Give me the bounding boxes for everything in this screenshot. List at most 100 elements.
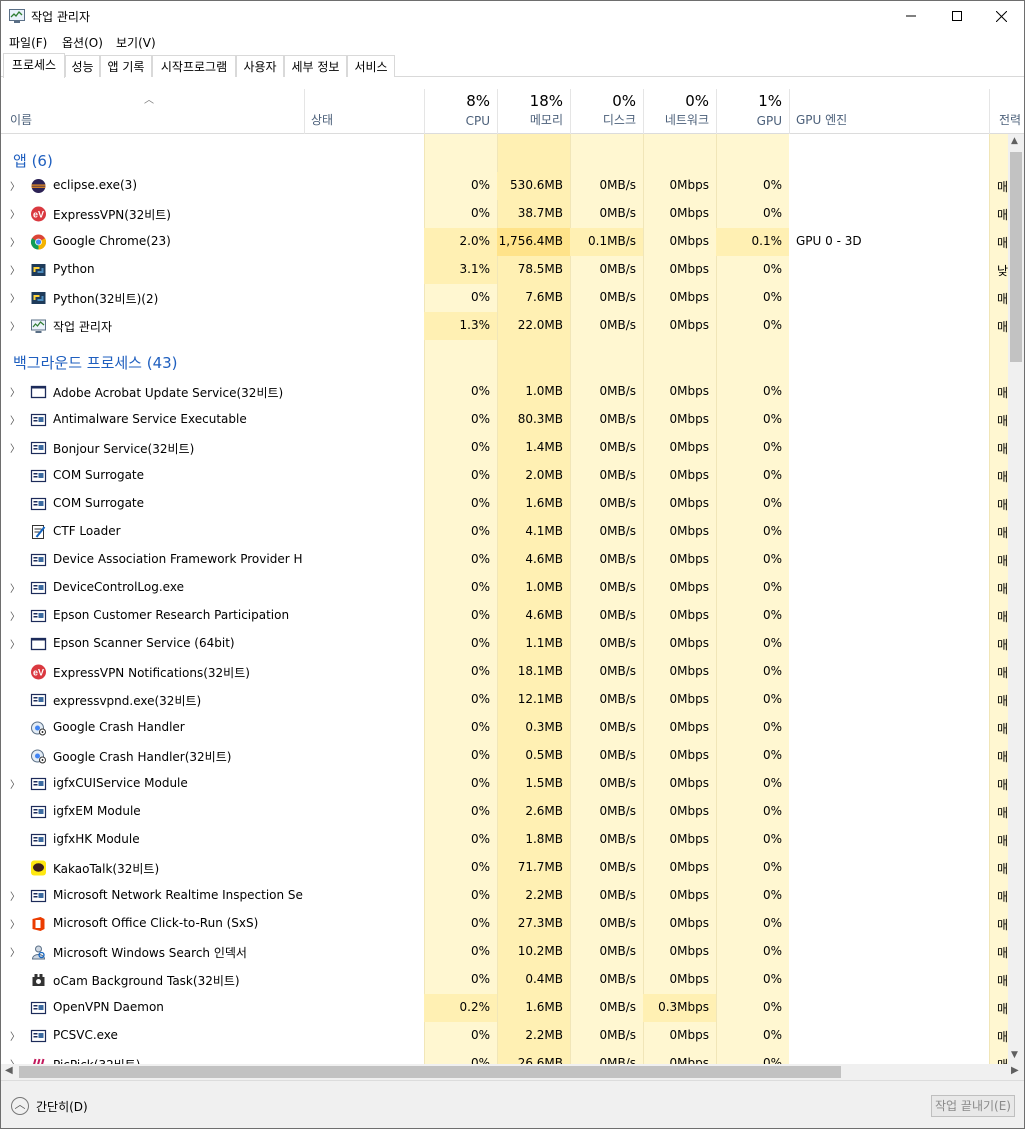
process-row[interactable]: 0% 0.3MB 0MB/s 0Mbps 0% Google Crash Handler 매 <box>1 714 1008 742</box>
process-row[interactable]: 0% 0.4MB 0MB/s 0Mbps 0% oCam Background Task(… <box>1 966 1008 994</box>
menu-file[interactable]: 파일(F) <box>9 34 47 51</box>
process-row[interactable]: 0% 1.0MB 0MB/s 0Mbps 0% 〉 Adobe Acrobat Update… <box>1 378 1008 406</box>
column-memory[interactable]: 18% 메모리 <box>497 89 570 134</box>
process-row[interactable]: 0% 1.4MB 0MB/s 0Mbps 0% 〉 Bonjour Service(32비트… <box>1 434 1008 462</box>
expand-chevron-icon[interactable]: 〉 <box>10 1056 20 1064</box>
process-row[interactable]: 0% 80.3MB 0MB/s 0Mbps 0% 〉 Antimalware Service… <box>1 406 1008 434</box>
menu-options[interactable]: 옵션(O) <box>62 34 103 51</box>
expand-chevron-icon[interactable]: 〉 <box>10 412 20 427</box>
value-disk: 0MB/s <box>599 290 636 304</box>
process-row[interactable]: 0% 4.6MB 0MB/s 0Mbps 0% 〉 Epson Customer Resea… <box>1 602 1008 630</box>
expand-chevron-icon[interactable]: 〉 <box>10 262 20 277</box>
value-net: 0Mbps <box>669 524 709 538</box>
column-network[interactable]: 0% 네트워크 <box>643 89 716 134</box>
process-row[interactable]: 0.2% 1.6MB 0MB/s 0.3Mbps 0% OpenVPN Daemon 매 <box>1 994 1008 1022</box>
scroll-left-icon[interactable]: ◀ <box>5 1065 13 1076</box>
column-status[interactable]: 상태 <box>304 89 424 134</box>
process-row[interactable]: 0% 71.7MB 0MB/s 0Mbps 0% KakaoTalk(32비트) 매 <box>1 854 1008 882</box>
process-row[interactable]: 0% 4.1MB 0MB/s 0Mbps 0% CTF Loader 매 <box>1 518 1008 546</box>
end-task-button[interactable]: 작업 끝내기(E) <box>931 1095 1015 1117</box>
process-row[interactable]: 0% 1.1MB 0MB/s 0Mbps 0% 〉 Epson Scanner Servic… <box>1 630 1008 658</box>
expand-chevron-icon[interactable]: 〉 <box>10 440 20 455</box>
horizontal-scroll-thumb[interactable] <box>19 1066 841 1078</box>
process-row[interactable]: 0% 10.2MB 0MB/s 0Mbps 0% 〉 Microsoft Windows S… <box>1 938 1008 966</box>
process-row[interactable]: 0% 18.1MB 0MB/s 0Mbps 0% eV ExpressVPN Notific… <box>1 658 1008 686</box>
close-button[interactable] <box>978 1 1024 31</box>
process-row[interactable]: 3.1% 78.5MB 0MB/s 0Mbps 0% 〉 Python 낮 <box>1 256 1008 284</box>
expand-chevron-icon[interactable]: 〉 <box>10 318 20 333</box>
column-name[interactable]: ︿ 이름 <box>1 89 304 134</box>
power-usage-value: 매 <box>997 554 1008 568</box>
tab-users[interactable]: 사용자 <box>236 55 284 77</box>
process-row[interactable]: 0% 530.6MB 0MB/s 0Mbps 0% 〉 eclipse.exe(3) 매 <box>1 172 1008 200</box>
process-row[interactable]: 1.3% 22.0MB 0MB/s 0Mbps 0% 〉 작업 관리자 매 <box>1 312 1008 340</box>
horizontal-scrollbar[interactable]: ◀ ▶ <box>1 1064 1024 1080</box>
menu-view[interactable]: 보기(V) <box>116 34 156 51</box>
cell-disk: 0MB/s <box>570 966 643 994</box>
expand-chevron-icon[interactable]: 〉 <box>10 290 20 305</box>
group-title[interactable]: 앱 (6) <box>13 150 53 171</box>
value-gpu: 0% <box>762 262 782 276</box>
scroll-down-icon[interactable]: ▼ <box>1011 1050 1018 1060</box>
value-gpu: 0% <box>762 384 782 398</box>
scroll-right-icon[interactable]: ▶ <box>1011 1065 1019 1076</box>
process-name: COM Surrogate <box>53 468 145 482</box>
tab-performance[interactable]: 성능 <box>65 55 100 77</box>
process-row[interactable]: 0% 1.5MB 0MB/s 0Mbps 0% 〉 igfxCUIService Modul… <box>1 770 1008 798</box>
expand-chevron-icon[interactable]: 〉 <box>10 384 20 399</box>
value-gpu: 0% <box>762 636 782 650</box>
process-row[interactable]: 0% 4.6MB 0MB/s 0Mbps 0% Device Association Fr… <box>1 546 1008 574</box>
power-usage-value: 매 <box>997 890 1008 904</box>
expand-chevron-icon[interactable]: 〉 <box>10 206 20 221</box>
scroll-up-icon[interactable]: ▲ <box>1011 136 1018 146</box>
power-usage-value: 매 <box>997 292 1008 306</box>
vertical-scrollbar[interactable]: ▲ ▼ <box>1008 134 1024 1064</box>
expand-chevron-icon[interactable]: 〉 <box>10 234 20 249</box>
expand-chevron-icon[interactable]: 〉 <box>10 944 20 959</box>
process-row[interactable]: 0% 12.1MB 0MB/s 0Mbps 0% expressvpnd.exe(32비트… <box>1 686 1008 714</box>
expand-chevron-icon[interactable]: 〉 <box>10 888 20 903</box>
tab-processes[interactable]: 프로세스 <box>3 53 65 78</box>
minimize-button[interactable] <box>888 1 934 31</box>
expand-chevron-icon[interactable]: 〉 <box>10 1028 20 1043</box>
value-cpu: 0% <box>470 748 490 762</box>
maximize-button[interactable] <box>934 1 980 31</box>
value-disk: 0MB/s <box>599 944 636 958</box>
tab-details[interactable]: 세부 정보 <box>284 55 347 77</box>
value-gpu: 0% <box>762 692 782 706</box>
value-disk: 0MB/s <box>599 412 636 426</box>
process-row[interactable]: 0% 7.6MB 0MB/s 0Mbps 0% 〉 Python(32비트)(2) 매 <box>1 284 1008 312</box>
expand-chevron-icon[interactable]: 〉 <box>10 916 20 931</box>
tab-startup[interactable]: 시작프로그램 <box>152 55 236 77</box>
process-row[interactable]: 0% 26.6MB 0MB/s 0Mbps 0% 〉 PicPick(32비트) 매 <box>1 1050 1008 1064</box>
group-title[interactable]: 백그라운드 프로세스 (43) <box>13 352 178 373</box>
vertical-scroll-thumb[interactable] <box>1010 152 1022 362</box>
chevron-up-icon[interactable]: ︿ <box>11 1097 29 1115</box>
process-row[interactable]: 0% 0.5MB 0MB/s 0Mbps 0% Google Crash Handler(… <box>1 742 1008 770</box>
process-row[interactable]: 2.0% 1,756.4MB 0.1MB/s 0Mbps 0.1% 〉 Google Chr… <box>1 228 1008 256</box>
expand-chevron-icon[interactable]: 〉 <box>10 178 20 193</box>
column-disk[interactable]: 0% 디스크 <box>570 89 643 134</box>
process-row[interactable]: 0% 1.6MB 0MB/s 0Mbps 0% COM Surrogate 매 <box>1 490 1008 518</box>
process-row[interactable]: 0% 2.2MB 0MB/s 0Mbps 0% 〉 Microsoft Network Re… <box>1 882 1008 910</box>
process-row[interactable]: 0% 2.0MB 0MB/s 0Mbps 0% COM Surrogate 매 <box>1 462 1008 490</box>
column-power[interactable]: 전력 <box>989 89 1024 134</box>
process-row[interactable]: 0% 38.7MB 0MB/s 0Mbps 0% 〉 eV ExpressVPN(32비트) 매 <box>1 200 1008 228</box>
fewer-details-link[interactable]: 간단히(D) <box>36 1098 88 1115</box>
process-row[interactable]: 0% 27.3MB 0MB/s 0Mbps 0% 〉 Microsoft Office Cl… <box>1 910 1008 938</box>
tab-services[interactable]: 서비스 <box>347 55 395 77</box>
expand-chevron-icon[interactable]: 〉 <box>10 776 20 791</box>
tab-app-history[interactable]: 앱 기록 <box>100 55 152 77</box>
column-gpu[interactable]: 1% GPU <box>716 89 789 134</box>
column-gpu-engine[interactable]: GPU 엔진 <box>789 89 989 134</box>
window-icon <box>30 637 47 651</box>
process-row[interactable]: 0% 1.0MB 0MB/s 0Mbps 0% 〉 DeviceControlLog.exe… <box>1 574 1008 602</box>
column-cpu[interactable]: 8% CPU <box>424 89 497 134</box>
process-row[interactable]: 0% 2.2MB 0MB/s 0Mbps 0% 〉 PCSVC.exe 매 <box>1 1022 1008 1050</box>
expand-chevron-icon[interactable]: 〉 <box>10 636 20 651</box>
expand-chevron-icon[interactable]: 〉 <box>10 608 20 623</box>
expand-chevron-icon[interactable]: 〉 <box>10 580 20 595</box>
process-row[interactable]: 0% 1.8MB 0MB/s 0Mbps 0% igfxHK Module 매 <box>1 826 1008 854</box>
cell-disk: 0MB/s <box>570 518 643 546</box>
process-row[interactable]: 0% 2.6MB 0MB/s 0Mbps 0% igfxEM Module 매 <box>1 798 1008 826</box>
